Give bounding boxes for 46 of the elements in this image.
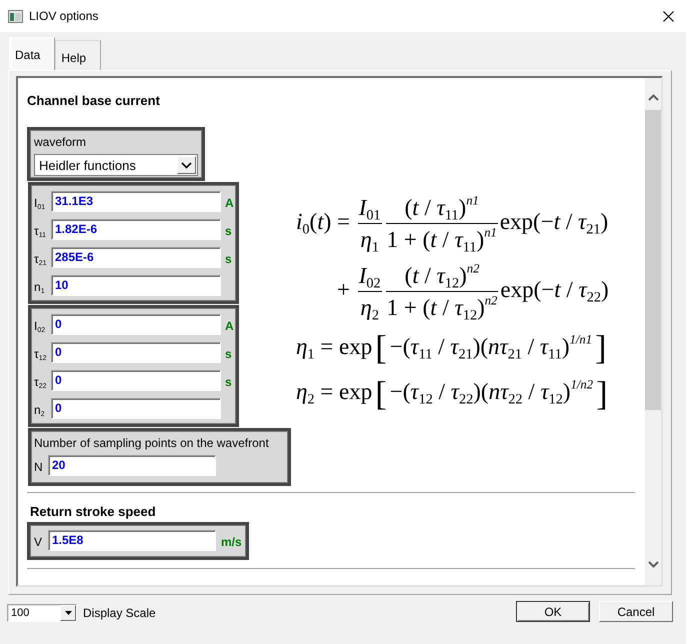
unit-label: m/s: [221, 534, 242, 548]
scale-dropdown[interactable]: 100: [7, 604, 77, 622]
window-title: LIOV options: [29, 9, 98, 23]
value-field[interactable]: 1.5E8: [48, 530, 216, 551]
field-label: I$_{02}$: [34, 318, 46, 333]
group-label: Number of sampling points on the wavefront: [33, 436, 269, 450]
field-label: n$_{1}$: [34, 279, 46, 294]
field-label: τ$_{21}$: [34, 251, 48, 266]
unit-label: s: [225, 374, 232, 388]
unit-label: s: [225, 250, 232, 266]
tab[interactable]: Data: [9, 37, 56, 70]
field-label: τ$_{22}$: [34, 374, 48, 389]
vertical-scrollbar[interactable]: [645, 78, 661, 585]
value-field[interactable]: 10: [51, 275, 221, 296]
dialog-button[interactable]: Cancel: [599, 601, 673, 622]
value-field[interactable]: 0: [51, 398, 221, 419]
field-label: n$_{2}$: [34, 402, 46, 417]
value-field[interactable]: 20: [48, 455, 216, 476]
chevron-up-icon[interactable]: [648, 94, 658, 101]
value-field[interactable]: 1.82E-6: [51, 219, 221, 240]
field-label: τ$_{12}$: [34, 346, 48, 361]
field-label: I$_{01}$: [34, 195, 46, 210]
value-field[interactable]: 0: [51, 314, 221, 335]
tab[interactable]: Help: [55, 40, 102, 70]
section-heading: Return stroke speed: [29, 504, 156, 520]
unit-label: s: [225, 346, 232, 360]
dialog-button[interactable]: OK: [516, 601, 590, 622]
close-icon[interactable]: [663, 10, 674, 22]
unit-label: A: [225, 318, 234, 332]
section-heading: Channel base current: [27, 93, 160, 109]
value-field[interactable]: 31.1E3: [51, 191, 221, 212]
dropdown-label: waveform: [34, 135, 86, 149]
value-field[interactable]: 0: [51, 342, 221, 363]
scale-label: Display Scale: [83, 606, 156, 620]
window-icon: [8, 10, 23, 22]
field-label: N: [34, 459, 44, 474]
unit-label: s: [225, 222, 232, 238]
value-field[interactable]: 285E-6: [51, 247, 221, 268]
scroll-thumb[interactable]: [645, 110, 661, 410]
value-field[interactable]: 0: [51, 370, 221, 391]
unit-label: A: [225, 194, 234, 210]
field-label: τ$_{11}$: [34, 223, 48, 238]
caret-down-icon[interactable]: [64, 611, 72, 615]
waveform-dropdown[interactable]: Heidler functions: [34, 154, 198, 176]
chevron-down-icon[interactable]: [181, 162, 192, 168]
field-label: V: [34, 534, 44, 549]
